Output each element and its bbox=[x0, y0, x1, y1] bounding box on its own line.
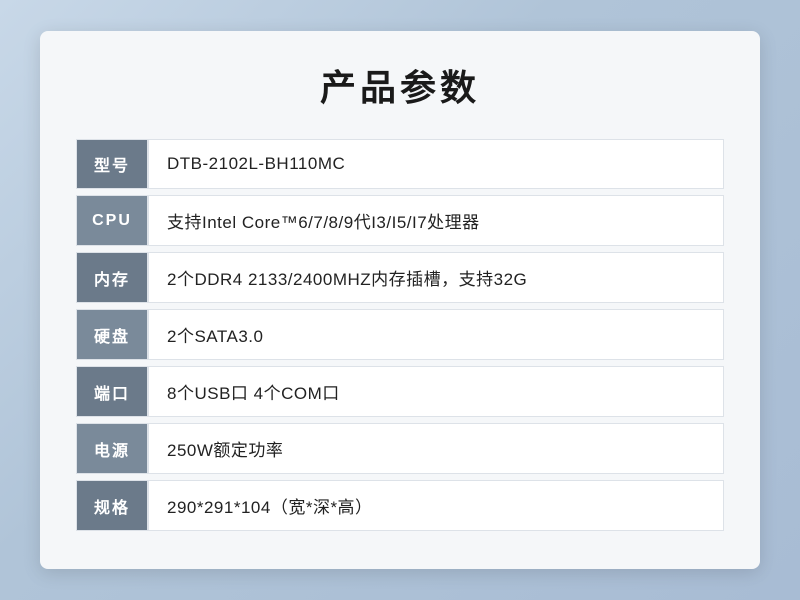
spec-label: 内存 bbox=[76, 252, 148, 303]
page-title: 产品参数 bbox=[76, 59, 724, 111]
table-row: 电源250W额定功率 bbox=[76, 423, 724, 474]
spec-value: 支持Intel Core™6/7/8/9代I3/I5/I7处理器 bbox=[148, 195, 724, 246]
spec-table: 型号 DTB-2102L-BH110MCCPU支持Intel Core™6/7/… bbox=[76, 133, 724, 537]
table-row: 型号 DTB-2102L-BH110MC bbox=[76, 139, 724, 189]
spec-value: 250W额定功率 bbox=[148, 423, 724, 474]
spec-value: 2个SATA3.0 bbox=[148, 309, 724, 360]
spec-label: 型号 bbox=[76, 139, 148, 189]
table-row: 规格290*291*104（宽*深*高） bbox=[76, 480, 724, 531]
spec-label: 硬盘 bbox=[76, 309, 148, 360]
spec-value: 2个DDR4 2133/2400MHZ内存插槽，支持32G bbox=[148, 252, 724, 303]
spec-value: 290*291*104（宽*深*高） bbox=[148, 480, 724, 531]
table-row: 硬盘2个SATA3.0 bbox=[76, 309, 724, 360]
spec-label: 端口 bbox=[76, 366, 148, 417]
spec-label: 规格 bbox=[76, 480, 148, 531]
spec-label: CPU bbox=[76, 195, 148, 246]
table-row: 端口8个USB口 4个COM口 bbox=[76, 366, 724, 417]
table-row: 内存2个DDR4 2133/2400MHZ内存插槽，支持32G bbox=[76, 252, 724, 303]
table-row: CPU支持Intel Core™6/7/8/9代I3/I5/I7处理器 bbox=[76, 195, 724, 246]
spec-value: DTB-2102L-BH110MC bbox=[148, 139, 724, 189]
product-specs-card: 产品参数 型号 DTB-2102L-BH110MCCPU支持Intel Core… bbox=[40, 31, 760, 569]
spec-label: 电源 bbox=[76, 423, 148, 474]
spec-value: 8个USB口 4个COM口 bbox=[148, 366, 724, 417]
